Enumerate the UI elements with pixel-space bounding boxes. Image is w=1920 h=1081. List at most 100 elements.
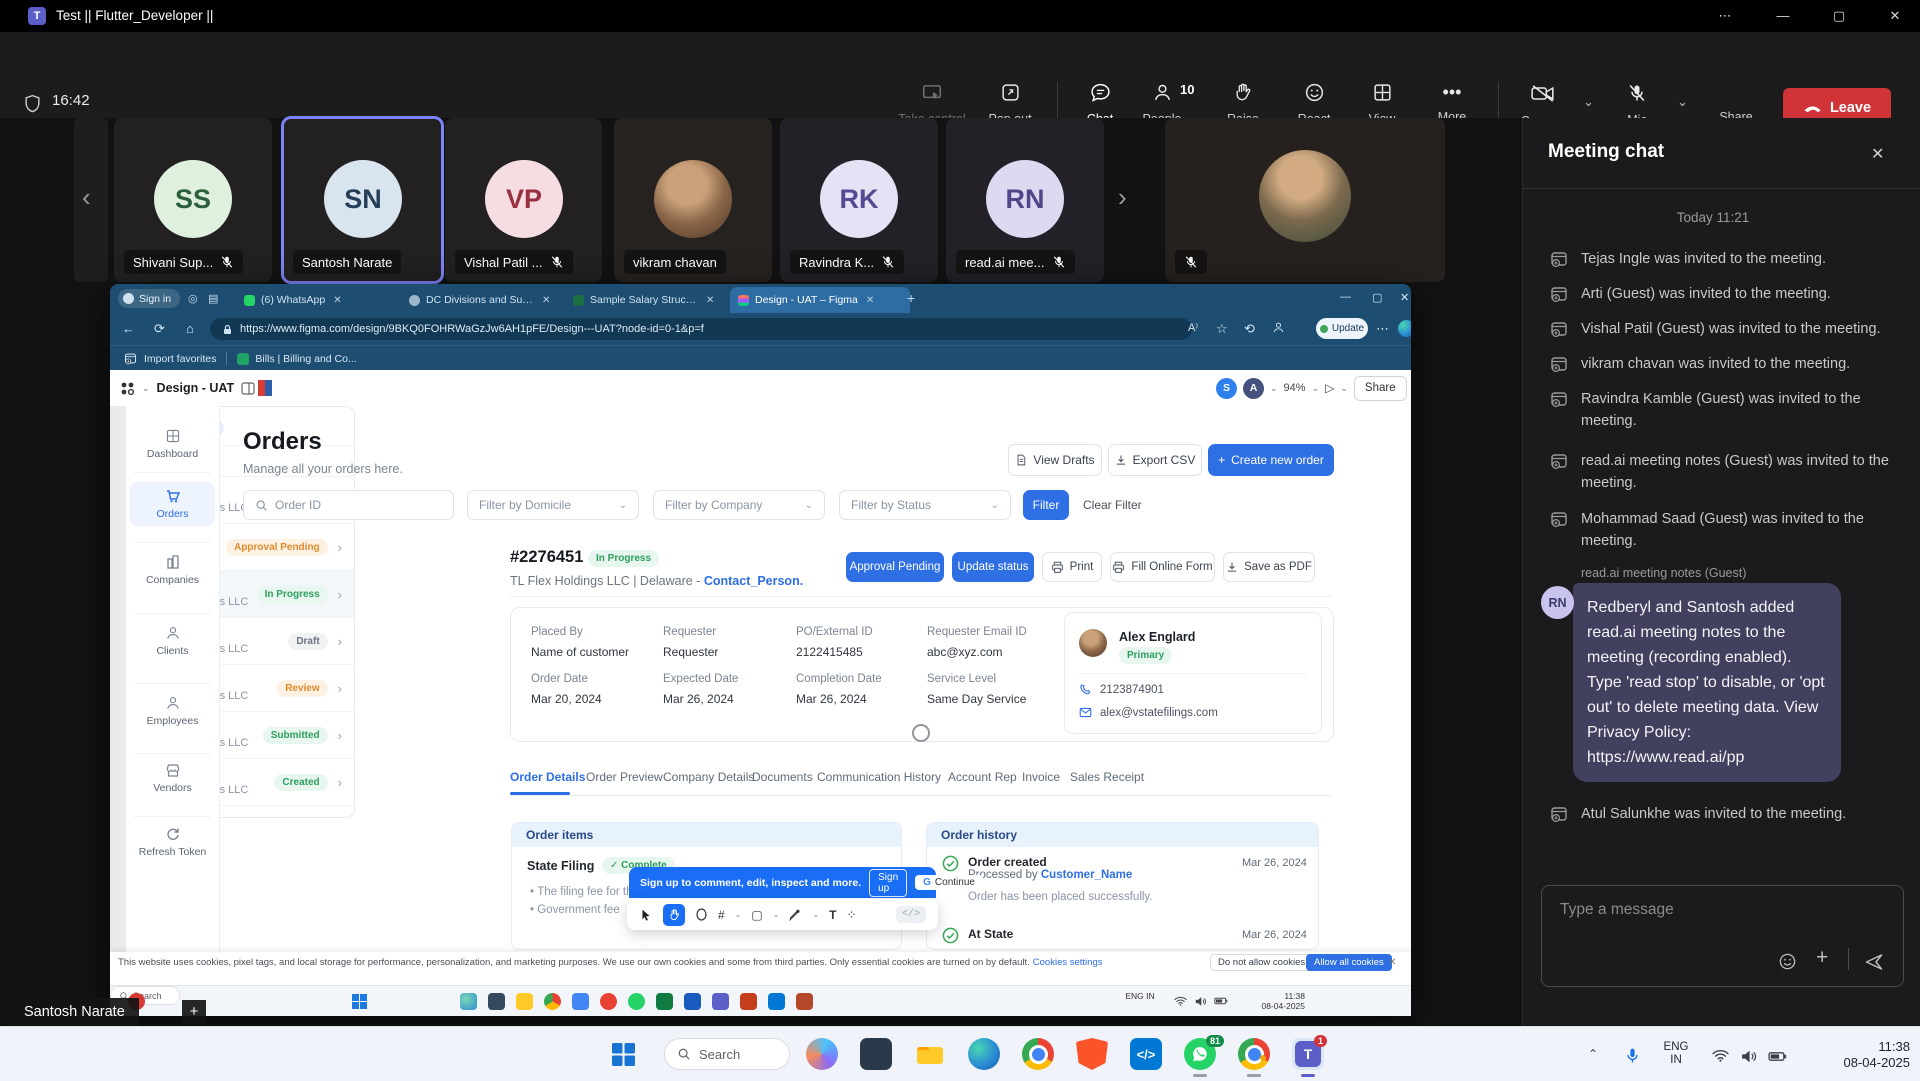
app-icon[interactable] xyxy=(860,1038,892,1070)
tab-account-rep[interactable]: Account Rep xyxy=(948,770,1017,784)
layout-columns-icon[interactable] xyxy=(241,382,255,395)
chat-close-icon[interactable]: ✕ xyxy=(1871,144,1884,164)
sidebar-item-clients[interactable]: Clients xyxy=(130,625,215,657)
tab-actions-icon[interactable]: ▤ xyxy=(208,292,218,305)
whatsapp-icon[interactable] xyxy=(628,993,645,1010)
google-continue-button[interactable]: G Continue xyxy=(915,875,983,890)
favorite-star-icon[interactable]: ☆ xyxy=(1216,321,1228,337)
windows-start-icon[interactable] xyxy=(352,994,367,1009)
browser-maximize-icon[interactable]: ▢ xyxy=(1372,291,1382,304)
clear-filter-button[interactable]: Clear Filter xyxy=(1083,498,1142,512)
sidebar-item-orders[interactable]: Orders xyxy=(130,482,215,526)
filter-company-select[interactable]: Filter by Company⌄ xyxy=(653,490,825,520)
chevron-down-icon[interactable]: ⌄ xyxy=(773,910,780,919)
edge-icon[interactable] xyxy=(968,1038,1000,1070)
message-input[interactable] xyxy=(1558,900,1812,920)
refresh-icon[interactable]: ⟳ xyxy=(154,321,165,337)
scroll-left-chevron-icon[interactable]: ‹ xyxy=(82,182,91,213)
filter-button[interactable]: Filter xyxy=(1023,490,1069,520)
emoji-icon[interactable] xyxy=(1778,952,1797,971)
text-tool-icon[interactable]: T xyxy=(829,908,836,922)
read-aloud-icon[interactable]: A⁾ xyxy=(1188,321,1198,334)
chevron-down-icon[interactable]: ⌄ xyxy=(735,910,742,919)
frame-tool-icon[interactable]: # xyxy=(718,908,725,922)
view-drafts-button[interactable]: View Drafts xyxy=(1008,444,1102,476)
actions-tool-icon[interactable]: ⁘ xyxy=(846,908,856,922)
browser-tab-active[interactable]: Design - UAT – Figma✕ xyxy=(730,287,910,313)
contact-email[interactable]: alex@vstatefilings.com xyxy=(1079,706,1218,719)
tab-communication-history[interactable]: Communication History xyxy=(817,770,941,784)
dev-mode-icon[interactable]: </> xyxy=(896,906,926,923)
figma-menu-icon[interactable] xyxy=(120,381,135,396)
browser-minimize-icon[interactable]: — xyxy=(1340,291,1351,303)
brave-icon[interactable] xyxy=(1076,1038,1108,1070)
start-button-icon[interactable] xyxy=(612,1043,635,1066)
collaborator-avatar[interactable]: S xyxy=(1216,378,1237,399)
create-order-button[interactable]: +Create new order xyxy=(1208,444,1334,476)
camera-options-chevron-icon[interactable]: ⌄ xyxy=(1583,94,1594,110)
sidebar-item-dashboard[interactable]: Dashboard xyxy=(130,428,215,460)
pdf-icon[interactable] xyxy=(796,993,813,1010)
chrome-icon[interactable] xyxy=(544,993,561,1010)
volume-icon[interactable] xyxy=(1740,1049,1757,1064)
attach-plus-icon[interactable]: + xyxy=(1816,946,1828,970)
home-icon[interactable]: ⌂ xyxy=(186,321,194,336)
approval-pending-button[interactable]: Approval Pending xyxy=(846,552,944,582)
update-status-button[interactable]: Update status xyxy=(952,552,1034,582)
tab-order-details[interactable]: Order Details xyxy=(510,770,585,784)
chat-message-input-box[interactable]: + xyxy=(1541,885,1904,987)
chevron-down-icon[interactable]: ⌄ xyxy=(812,910,819,919)
participant-tile[interactable]: RN read.ai mee... xyxy=(946,118,1104,282)
edge-logo-icon[interactable] xyxy=(1398,320,1411,337)
menu-chevron-icon[interactable]: ⌄ xyxy=(142,383,150,394)
battery-icon[interactable] xyxy=(1768,1051,1787,1062)
customer-name-link[interactable]: Customer_Name xyxy=(1041,869,1132,881)
shape-tool-icon[interactable]: ▢ xyxy=(751,908,762,922)
participant-tile-video[interactable] xyxy=(1165,118,1445,282)
taskbar-clock[interactable]: 11:3808-04-2025 xyxy=(1806,1039,1910,1071)
tab-close-icon[interactable]: ✕ xyxy=(542,295,550,306)
allow-cookies-button[interactable]: Allow all cookies xyxy=(1306,954,1392,971)
url-field[interactable]: https://www.figma.com/design/9BKQ0FOHRWa… xyxy=(210,318,1192,340)
browser-signin-button[interactable]: Sign in xyxy=(118,289,180,308)
sidebar-item-employees[interactable]: Employees xyxy=(130,695,215,727)
shared-language-indicator[interactable]: ENG IN xyxy=(1120,992,1160,1002)
participant-tile-speaking[interactable]: SN Santosh Narate xyxy=(283,118,442,282)
save-as-pdf-button[interactable]: Save as PDF xyxy=(1223,552,1315,582)
contact-person-link[interactable]: Contact_Person. xyxy=(704,574,803,588)
tab-invoice[interactable]: Invoice xyxy=(1022,770,1060,784)
browser-close-icon[interactable]: ✕ xyxy=(1400,291,1409,304)
hand-tool-icon-active[interactable] xyxy=(663,904,685,926)
app-icon[interactable] xyxy=(600,993,617,1010)
zoom-chevron-icon[interactable]: ⌄ xyxy=(1312,383,1320,394)
app-icon[interactable] xyxy=(572,993,589,1010)
participant-tile[interactable]: VP Vishal Patil ... xyxy=(445,118,602,282)
avatars-chevron-icon[interactable]: ⌄ xyxy=(1270,383,1278,394)
figma-share-button[interactable]: Share xyxy=(1354,376,1407,401)
fill-online-form-button[interactable]: Fill Online Form xyxy=(1110,552,1215,582)
deny-cookies-button[interactable]: Do not allow cookies xyxy=(1210,954,1313,971)
participant-tile[interactable]: SS Shivani Sup... xyxy=(114,118,272,282)
word-icon[interactable] xyxy=(684,993,701,1010)
tray-expand-chevron-icon[interactable]: ⌃ xyxy=(1588,1047,1598,1061)
participant-tile[interactable]: vikram chavan xyxy=(614,118,772,282)
language-indicator[interactable]: ENGIN xyxy=(1656,1041,1696,1067)
window-maximize-icon[interactable]: ▢ xyxy=(1824,8,1854,24)
browser-copilot-icon[interactable]: ◎ xyxy=(188,292,198,305)
pen-tool-icon[interactable] xyxy=(789,908,802,921)
sidebar-item-vendors[interactable]: Vendors xyxy=(130,762,215,794)
tab-close-icon[interactable]: ✕ xyxy=(706,295,714,306)
cookies-settings-link[interactable]: Cookies settings xyxy=(1033,957,1103,968)
tab-close-icon[interactable]: ✕ xyxy=(333,295,341,306)
taskbar-search-box[interactable]: Search xyxy=(664,1038,790,1070)
sidebar-item-companies[interactable]: Companies xyxy=(130,554,215,586)
window-minimize-icon[interactable]: — xyxy=(1768,8,1798,23)
profile-icon[interactable] xyxy=(1272,321,1285,334)
new-tab-icon[interactable]: + xyxy=(907,290,915,306)
wifi-icon[interactable] xyxy=(1712,1049,1729,1062)
presenter-pin-button[interactable]: + xyxy=(182,1000,206,1024)
tab-company-details[interactable]: Company Details xyxy=(663,770,754,784)
contact-phone[interactable]: 2123874901 xyxy=(1079,683,1164,696)
sync-icon[interactable]: ⟲ xyxy=(1244,321,1255,337)
sidebar-item-refresh-token[interactable]: Refresh Token xyxy=(130,826,215,858)
